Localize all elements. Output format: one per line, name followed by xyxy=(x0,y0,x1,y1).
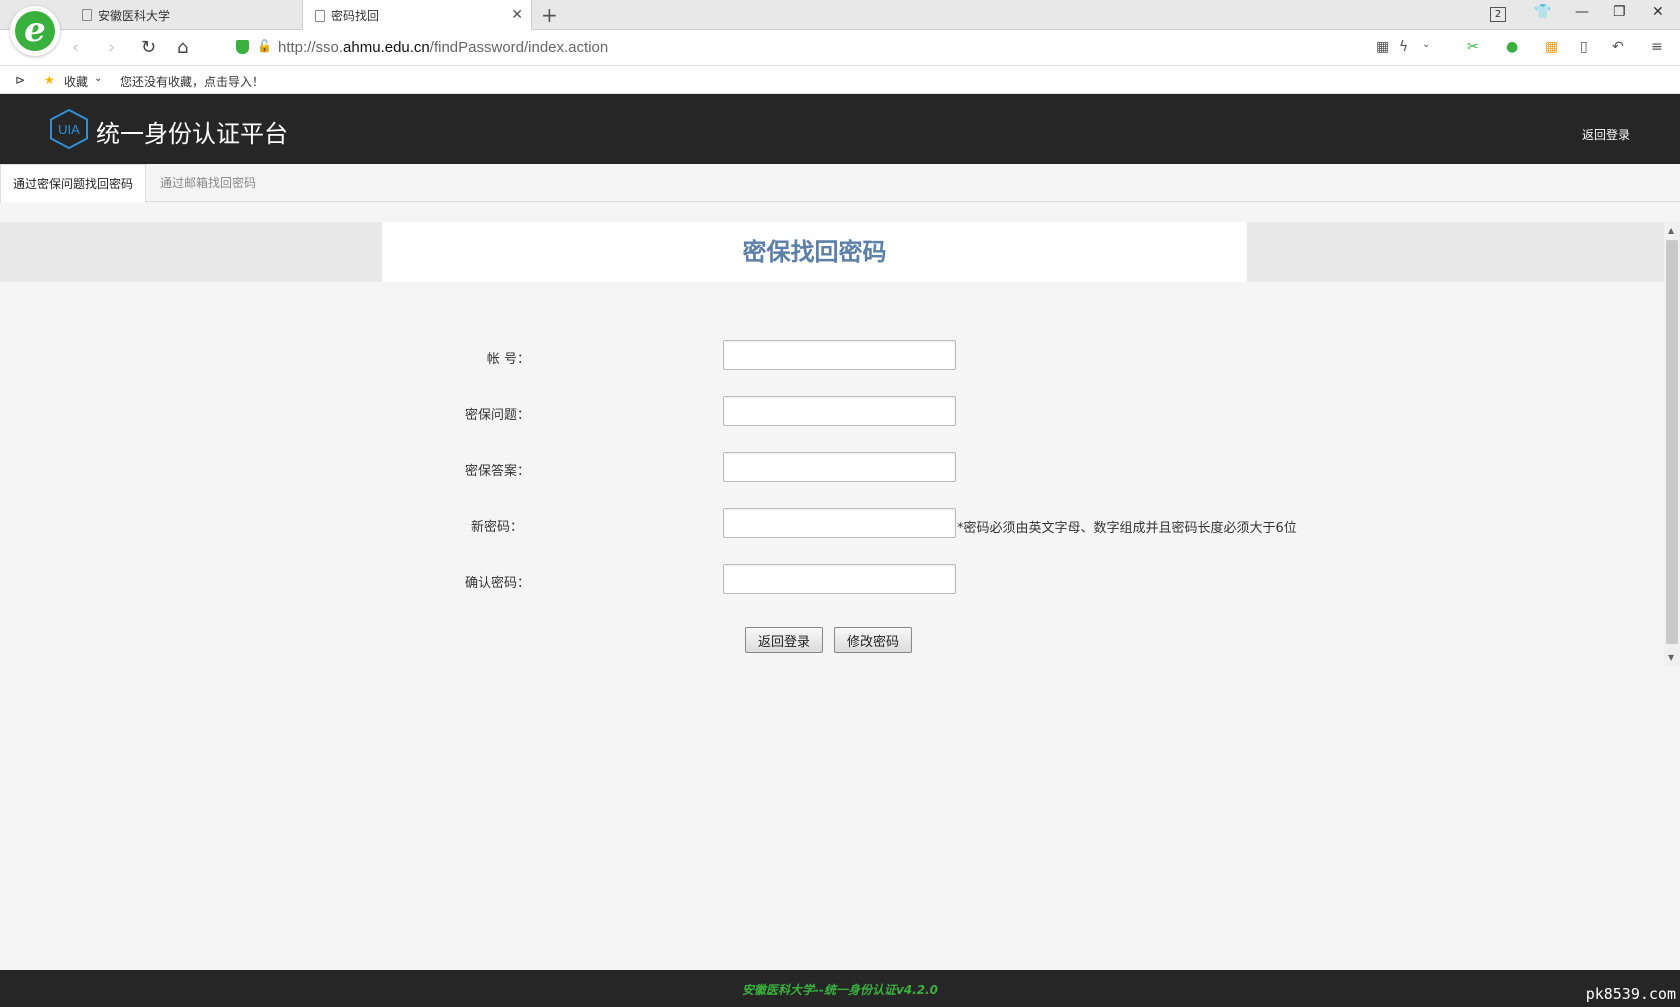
minimize-icon[interactable]: — xyxy=(1575,4,1589,20)
change-password-button[interactable]: 修改密码 xyxy=(834,627,913,653)
document-icon xyxy=(82,9,92,21)
scroll-thumb[interactable] xyxy=(1666,240,1678,644)
back-to-login-link[interactable]: 返回登录 xyxy=(1582,126,1630,143)
tab-security-question[interactable]: 通过密保问题找回密码 xyxy=(0,164,146,203)
qr-code-icon[interactable]: ▦ xyxy=(1376,39,1389,55)
url-path: /findPassword/index.action xyxy=(429,39,609,56)
window-close-icon[interactable]: ✕ xyxy=(1652,4,1664,20)
translate-icon[interactable]: ● xyxy=(1506,39,1518,55)
security-question-label: 密保问题： xyxy=(464,408,530,423)
browser-logo[interactable]: e xyxy=(10,6,60,56)
browser-tab-label: 安徽医科大学 xyxy=(98,8,171,23)
heading-panel: 密保找回密码 xyxy=(382,222,1247,282)
security-question-input[interactable] xyxy=(723,396,956,426)
scroll-down-icon[interactable]: ▼ xyxy=(1668,653,1674,662)
form-row-question: 密保问题： xyxy=(0,396,1500,426)
chevron-down-icon[interactable]: ⌄ xyxy=(1422,39,1430,50)
sidebar-toggle-icon[interactable]: ⊳ xyxy=(15,73,25,87)
site-title: 统一身份认证平台 xyxy=(96,120,288,148)
refresh-icon[interactable]: ↻ xyxy=(141,37,156,58)
site-footer: 安徽医科大学--统一身份认证v4.2.0 pk8539.com xyxy=(0,970,1680,1007)
password-rule-hint: *密码必须由英文字母、数字组成并且密码长度必须大于6位 xyxy=(957,521,1297,536)
form-row-account: 帐 号： xyxy=(0,340,1500,370)
browser-tab[interactable]: 安徽医科大学 xyxy=(70,0,302,30)
confirm-password-label: 确认密码： xyxy=(464,576,530,591)
url-domain: ahmu.edu.cn xyxy=(343,39,430,56)
import-bookmarks-link[interactable]: 您还没有收藏，点击导入！ xyxy=(120,73,264,90)
shield-icon[interactable] xyxy=(236,40,249,54)
address-bar: ‹ › ↻ ⌂ 🔓 http://sso.ahmu.edu.cn/findPas… xyxy=(0,30,1680,66)
insecure-icon[interactable]: 🔓 xyxy=(257,39,272,53)
chevron-down-icon[interactable]: ⌄ xyxy=(94,73,102,84)
skin-icon[interactable]: 👕 xyxy=(1534,4,1551,20)
confirm-password-input[interactable] xyxy=(723,564,956,594)
recovery-method-tabs: 通过密保问题找回密码 通过邮箱找回密码 xyxy=(0,164,1680,203)
security-answer-label: 密保答案： xyxy=(464,464,530,479)
undo-icon[interactable]: ↶ xyxy=(1612,39,1624,55)
home-icon[interactable]: ⌂ xyxy=(177,37,188,58)
account-label: 帐 号： xyxy=(486,352,530,367)
new-password-input[interactable] xyxy=(723,508,956,538)
url-input[interactable]: http://sso.ahmu.edu.cn/findPassword/inde… xyxy=(278,39,608,56)
favorites-button[interactable]: 收藏 xyxy=(64,73,88,90)
new-tab-icon[interactable]: + xyxy=(541,3,558,27)
tab-count-badge[interactable]: 2 xyxy=(1490,7,1506,22)
star-icon: ★ xyxy=(44,73,55,87)
uia-logo-icon: UIA xyxy=(50,109,88,149)
reader-icon[interactable]: ▯ xyxy=(1580,39,1588,55)
svg-text:UIA: UIA xyxy=(58,122,80,137)
security-answer-input[interactable] xyxy=(723,452,956,482)
back-to-login-button[interactable]: 返回登录 xyxy=(745,627,824,653)
account-input[interactable] xyxy=(723,340,956,370)
browser-tab-active[interactable]: 密码找回 ✕ xyxy=(302,0,532,31)
lightning-icon[interactable]: ϟ xyxy=(1399,39,1408,55)
document-icon xyxy=(315,9,325,22)
form-row-new-password: 新密码： *密码必须由英文字母、数字组成并且密码长度必须大于6位 xyxy=(0,508,1500,538)
tab-email[interactable]: 通过邮箱找回密码 xyxy=(148,164,268,202)
browser-tab-bar: 安徽医科大学 密码找回 ✕ + 2 👕 — ❐ ✕ xyxy=(0,0,1680,31)
page-heading: 密保找回密码 xyxy=(742,238,887,266)
footer-text: 安徽医科大学--统一身份认证v4.2.0 xyxy=(742,983,938,997)
back-icon[interactable]: ‹ xyxy=(72,37,79,58)
form-row-confirm: 确认密码： xyxy=(0,564,1500,594)
scissors-icon[interactable]: ✂ xyxy=(1467,39,1479,55)
menu-icon[interactable]: ≡ xyxy=(1651,39,1663,55)
forward-icon[interactable]: › xyxy=(108,37,115,58)
watermark: pk8539.com xyxy=(1585,985,1676,1003)
url-prefix: http://sso. xyxy=(278,39,344,56)
restore-icon[interactable]: ❐ xyxy=(1613,4,1626,20)
close-tab-icon[interactable]: ✕ xyxy=(511,7,523,23)
browser-e-icon: e xyxy=(15,11,55,51)
bookmarks-bar: ⊳ ★ 收藏 ⌄ 您还没有收藏，点击导入！ xyxy=(0,66,1680,94)
scroll-up-icon[interactable]: ▲ xyxy=(1668,226,1674,235)
browser-tab-label: 密码找回 xyxy=(331,9,380,23)
site-header: UIA 统一身份认证平台 返回登录 xyxy=(0,94,1680,164)
new-password-label: 新密码： xyxy=(470,520,523,535)
apps-icon[interactable]: ▦ xyxy=(1545,39,1558,55)
form-row-answer: 密保答案： xyxy=(0,452,1500,482)
page-scrollbar[interactable]: ▲ ▼ xyxy=(1664,222,1680,666)
